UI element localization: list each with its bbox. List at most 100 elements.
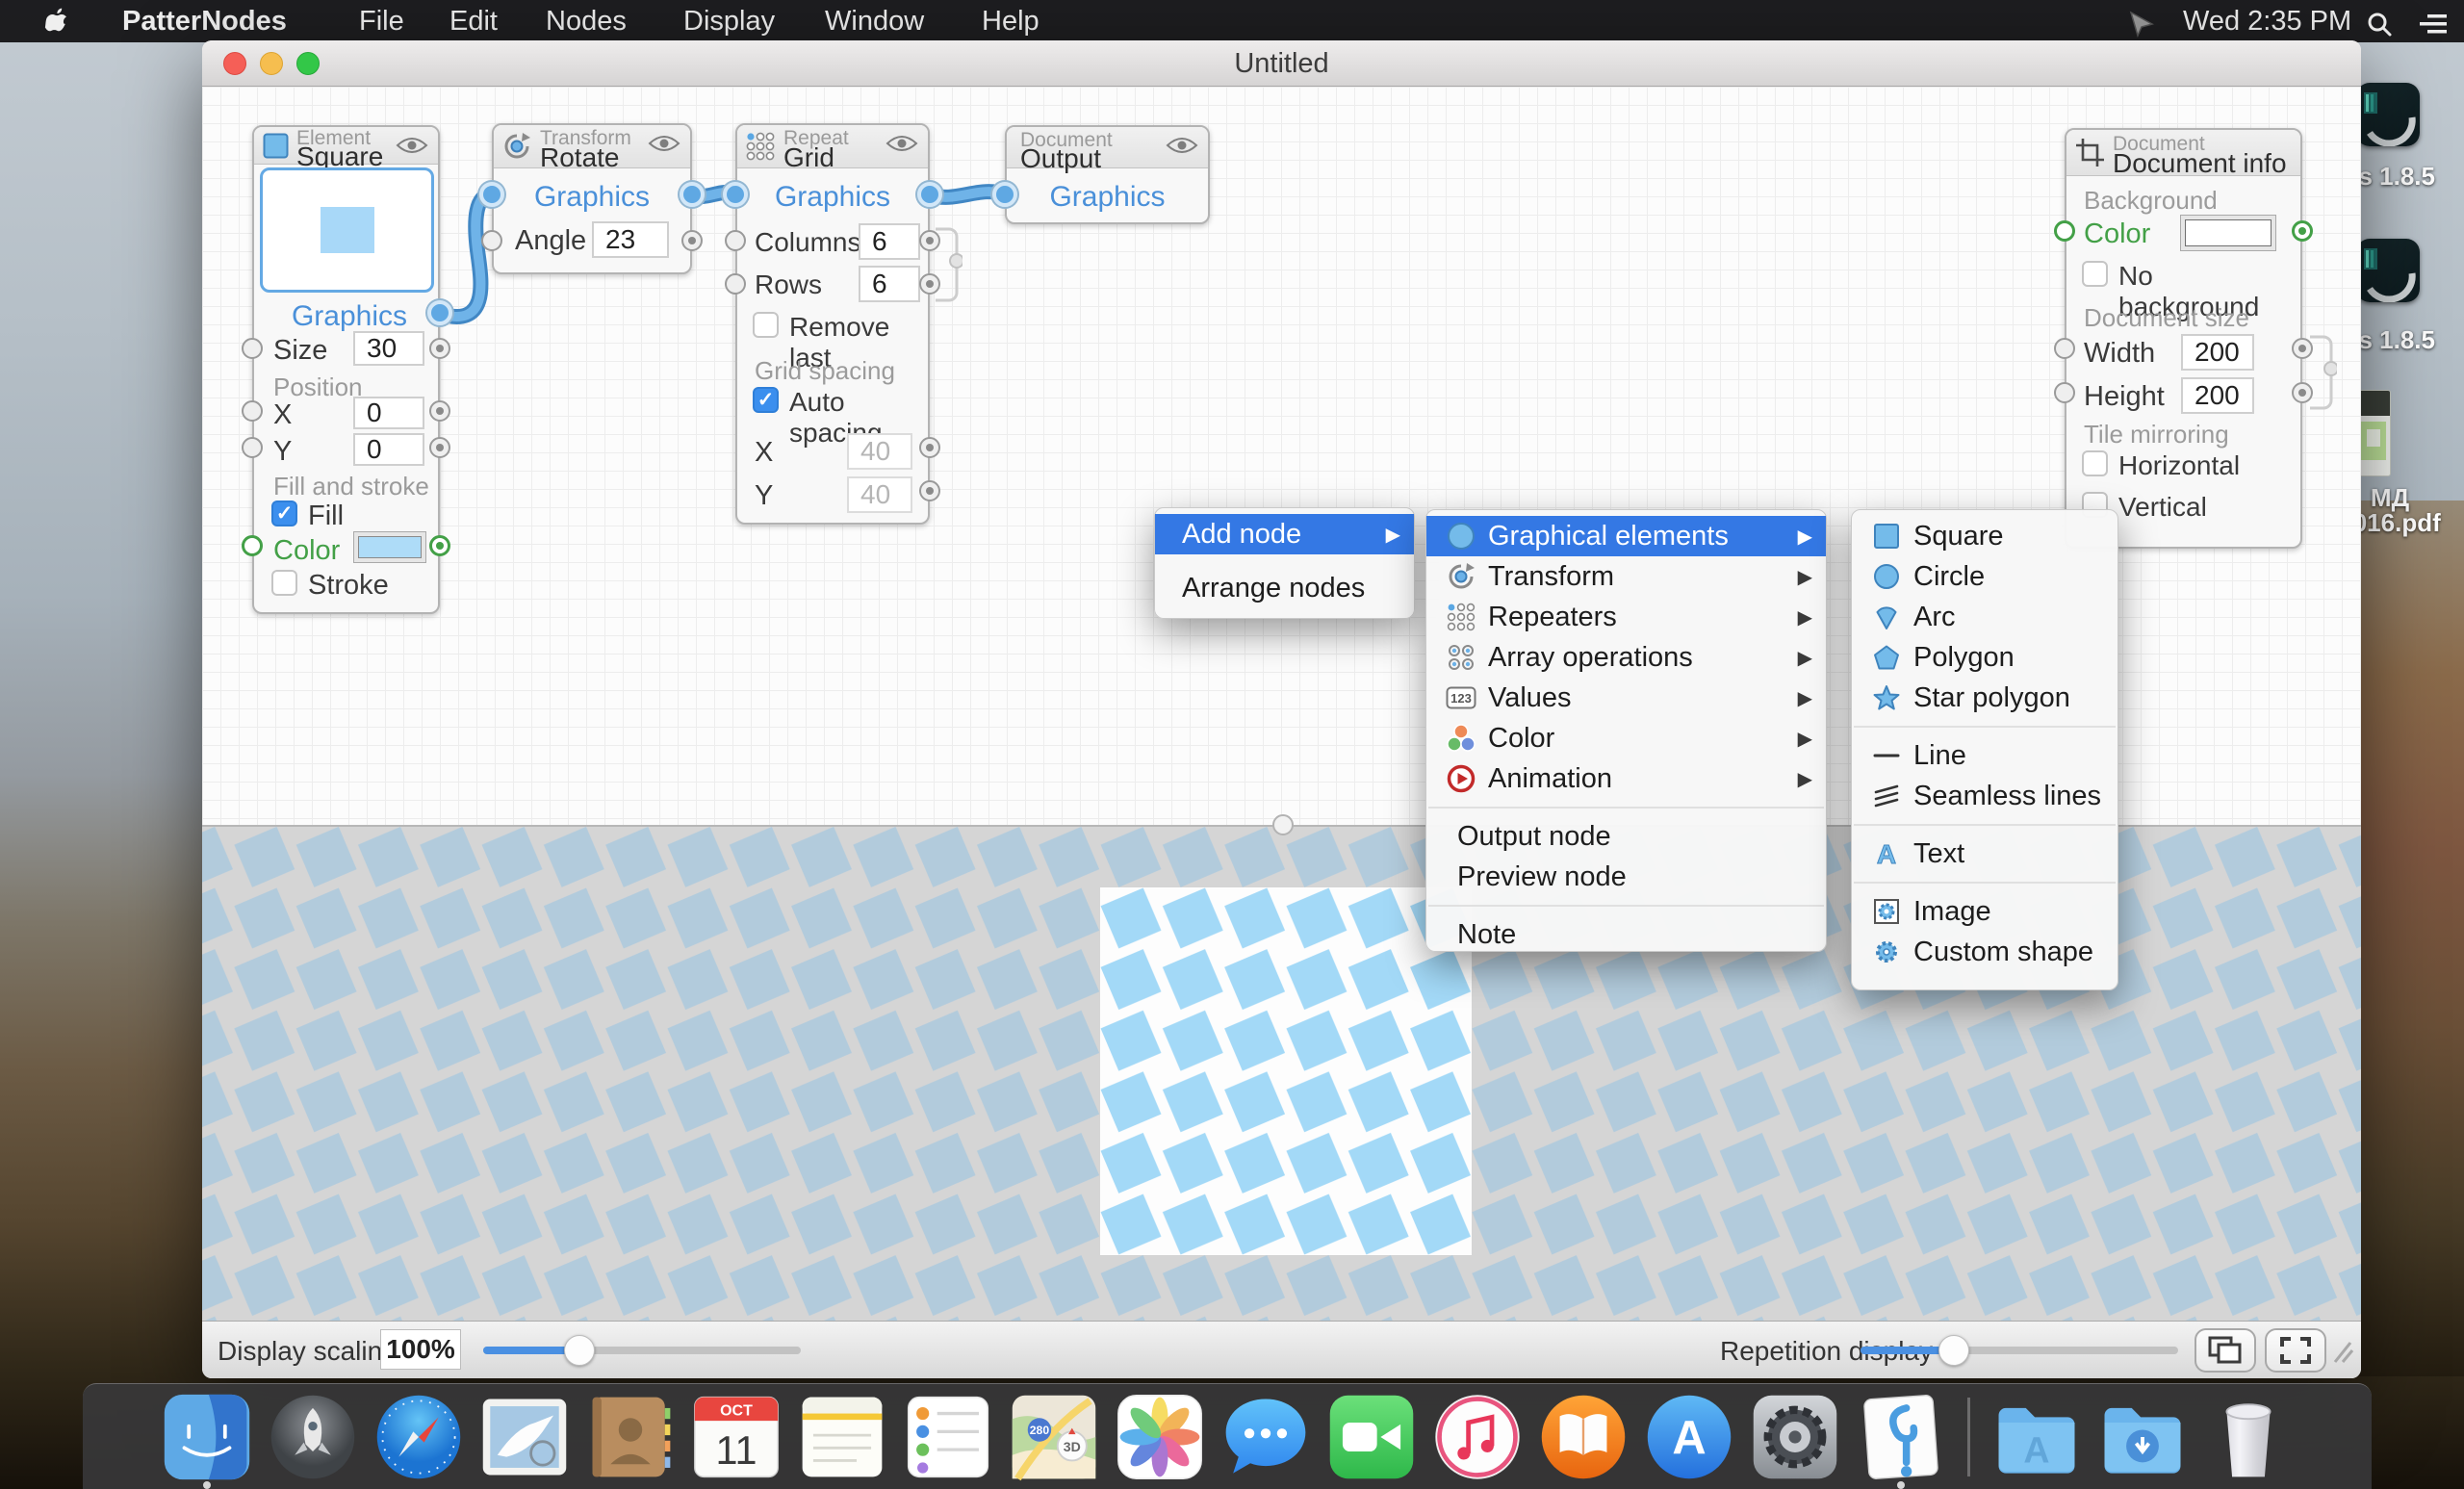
window-resize-grip[interactable] — [2327, 1335, 2356, 1366]
port-square-color-out[interactable] — [429, 535, 450, 556]
width-height-link-icon[interactable] — [2308, 329, 2337, 416]
menubar-edit[interactable]: Edit — [449, 0, 498, 42]
size-field[interactable]: 30 — [353, 331, 424, 366]
port-square-y-in[interactable] — [242, 437, 263, 458]
no-background-checkbox[interactable] — [2082, 261, 2108, 287]
horizontal-checkbox[interactable] — [2082, 450, 2108, 476]
angle-field[interactable]: 23 — [592, 221, 669, 258]
port-rotate-graphics-in[interactable] — [479, 182, 504, 207]
menu-item-custom-shape[interactable]: Custom shape — [1852, 932, 2118, 972]
wire-square-to-rotate[interactable] — [440, 194, 492, 317]
port-square-graphics-out[interactable] — [427, 300, 452, 325]
eye-icon[interactable] — [1166, 136, 1198, 160]
menubar-nodes[interactable]: Nodes — [546, 0, 627, 42]
rows-field[interactable]: 6 — [859, 266, 920, 302]
menu-item-color[interactable]: Color ▶ — [1426, 718, 1826, 758]
repetition-display-slider[interactable] — [1861, 1347, 2178, 1354]
stroke-checkbox[interactable] — [271, 570, 297, 596]
dock-photos-icon[interactable] — [1115, 1392, 1205, 1482]
menu-item-line[interactable]: Line — [1852, 735, 2118, 776]
desktop-icon-disk2[interactable] — [2356, 239, 2420, 302]
dock-applications-folder-icon[interactable]: A — [1991, 1392, 2082, 1482]
node-document-output[interactable]: Document Output Graphics — [1005, 125, 1210, 224]
node-element-square[interactable]: Element Square Graphics Size 30 Position… — [252, 125, 440, 614]
port-grid-rows-out[interactable] — [919, 273, 940, 295]
apple-menu-icon[interactable] — [44, 7, 69, 36]
menu-item-polygon[interactable]: Polygon — [1852, 637, 2118, 678]
columns-field[interactable]: 6 — [859, 223, 920, 260]
port-docinfo-color-out[interactable] — [2292, 220, 2313, 242]
menu-item-seamless-lines[interactable]: Seamless lines — [1852, 776, 2118, 816]
port-square-color-in[interactable] — [242, 535, 263, 556]
node-header[interactable]: Transform Rotate — [494, 125, 690, 168]
menubar-app-name[interactable]: PatterNodes — [122, 0, 287, 42]
dock-maps-icon[interactable]: 2803D — [1009, 1392, 1099, 1482]
x-field[interactable]: 0 — [353, 397, 424, 429]
menu-item-add-node[interactable]: Add node ▶ — [1155, 514, 1414, 554]
dock-calendar-icon[interactable]: OCT11 — [691, 1392, 782, 1482]
fill-color-well[interactable] — [353, 531, 426, 563]
node-header[interactable]: Repeat Grid — [737, 125, 928, 168]
dock-itunes-icon[interactable] — [1432, 1392, 1523, 1482]
dock-messages-icon[interactable] — [1220, 1392, 1311, 1482]
node-header[interactable]: Element Square — [254, 127, 438, 165]
port-docinfo-color-in[interactable] — [2054, 220, 2075, 242]
port-grid-columns-in[interactable] — [725, 230, 746, 251]
port-docinfo-width-in[interactable] — [2054, 338, 2075, 359]
dock-launchpad-icon[interactable] — [268, 1392, 358, 1482]
node-header[interactable]: Document Document info — [2066, 130, 2300, 176]
dock-reminders-icon[interactable] — [903, 1392, 993, 1482]
remove-last-checkbox[interactable] — [753, 312, 779, 338]
desktop-icon-disk1[interactable] — [2356, 83, 2420, 146]
menu-item-star-polygon[interactable]: Star polygon — [1852, 678, 2118, 718]
dock-finder-icon[interactable] — [162, 1392, 252, 1482]
dock-safari-icon[interactable] — [373, 1392, 464, 1482]
eye-icon[interactable] — [886, 134, 918, 158]
port-grid-graphics-out[interactable] — [917, 182, 942, 207]
port-docinfo-height-in[interactable] — [2054, 382, 2075, 403]
auto-spacing-checkbox[interactable]: ✓ — [753, 387, 779, 413]
repetition-display-slider-thumb[interactable] — [1938, 1335, 1969, 1366]
eye-icon[interactable] — [648, 134, 680, 158]
menu-item-graphical-elements[interactable]: Graphical elements ▶ — [1426, 516, 1826, 556]
dock-patternodes-icon[interactable] — [1856, 1392, 1946, 1482]
menubar-display[interactable]: Display — [683, 0, 775, 42]
dock-facetime-icon[interactable] — [1326, 1392, 1417, 1482]
display-scaling-value[interactable]: 100% — [380, 1329, 461, 1370]
display-scaling-slider[interactable] — [483, 1347, 801, 1354]
node-transform-rotate[interactable]: Transform Rotate Graphics Angle 23 — [492, 123, 692, 274]
desktop-icon-pdf[interactable] — [2356, 390, 2391, 476]
port-grid-columns-out[interactable] — [919, 230, 940, 251]
menubar-help[interactable]: Help — [982, 0, 1040, 42]
display-scaling-slider-thumb[interactable] — [564, 1335, 595, 1366]
node-header[interactable]: Document Output — [1007, 127, 1208, 168]
port-square-size-out[interactable] — [429, 338, 450, 359]
splitter-handle[interactable] — [1272, 814, 1294, 835]
node-preview-box[interactable] — [260, 167, 434, 293]
port-grid-y-out[interactable] — [919, 480, 940, 501]
height-field[interactable]: 200 — [2181, 377, 2254, 414]
node-repeat-grid[interactable]: Repeat Grid Graphics Columns 6 Rows 6 Re… — [735, 123, 930, 525]
dock-notes-icon[interactable] — [797, 1392, 887, 1482]
port-square-x-in[interactable] — [242, 400, 263, 422]
menu-item-square[interactable]: Square — [1852, 516, 2118, 556]
eye-icon[interactable] — [396, 136, 428, 160]
dock-ibooks-icon[interactable] — [1538, 1392, 1629, 1482]
title-bar[interactable]: Untitled — [202, 40, 2361, 87]
menu-item-preview-node[interactable]: Preview node — [1426, 857, 1826, 897]
port-rotate-graphics-out[interactable] — [680, 182, 705, 207]
fill-checkbox[interactable]: ✓ — [271, 501, 297, 526]
node-document-info[interactable]: Document Document info Background Color … — [2065, 128, 2302, 549]
dock-system-preferences-icon[interactable] — [1750, 1392, 1840, 1482]
port-square-size-in[interactable] — [242, 338, 263, 359]
menu-item-arc[interactable]: Arc — [1852, 597, 2118, 637]
port-grid-rows-in[interactable] — [725, 273, 746, 295]
menu-item-transform[interactable]: Transform ▶ — [1426, 556, 1826, 597]
port-rotate-angle-in[interactable] — [481, 230, 502, 251]
tile-overlap-button[interactable] — [2194, 1328, 2256, 1373]
port-output-graphics-in[interactable] — [992, 182, 1017, 207]
port-square-y-out[interactable] — [429, 437, 450, 458]
menubar-clock[interactable]: Wed 2:35 PM — [2183, 0, 2351, 42]
menu-item-note[interactable]: Note — [1426, 914, 1826, 955]
spacing-y-field[interactable]: 40 — [847, 476, 912, 513]
